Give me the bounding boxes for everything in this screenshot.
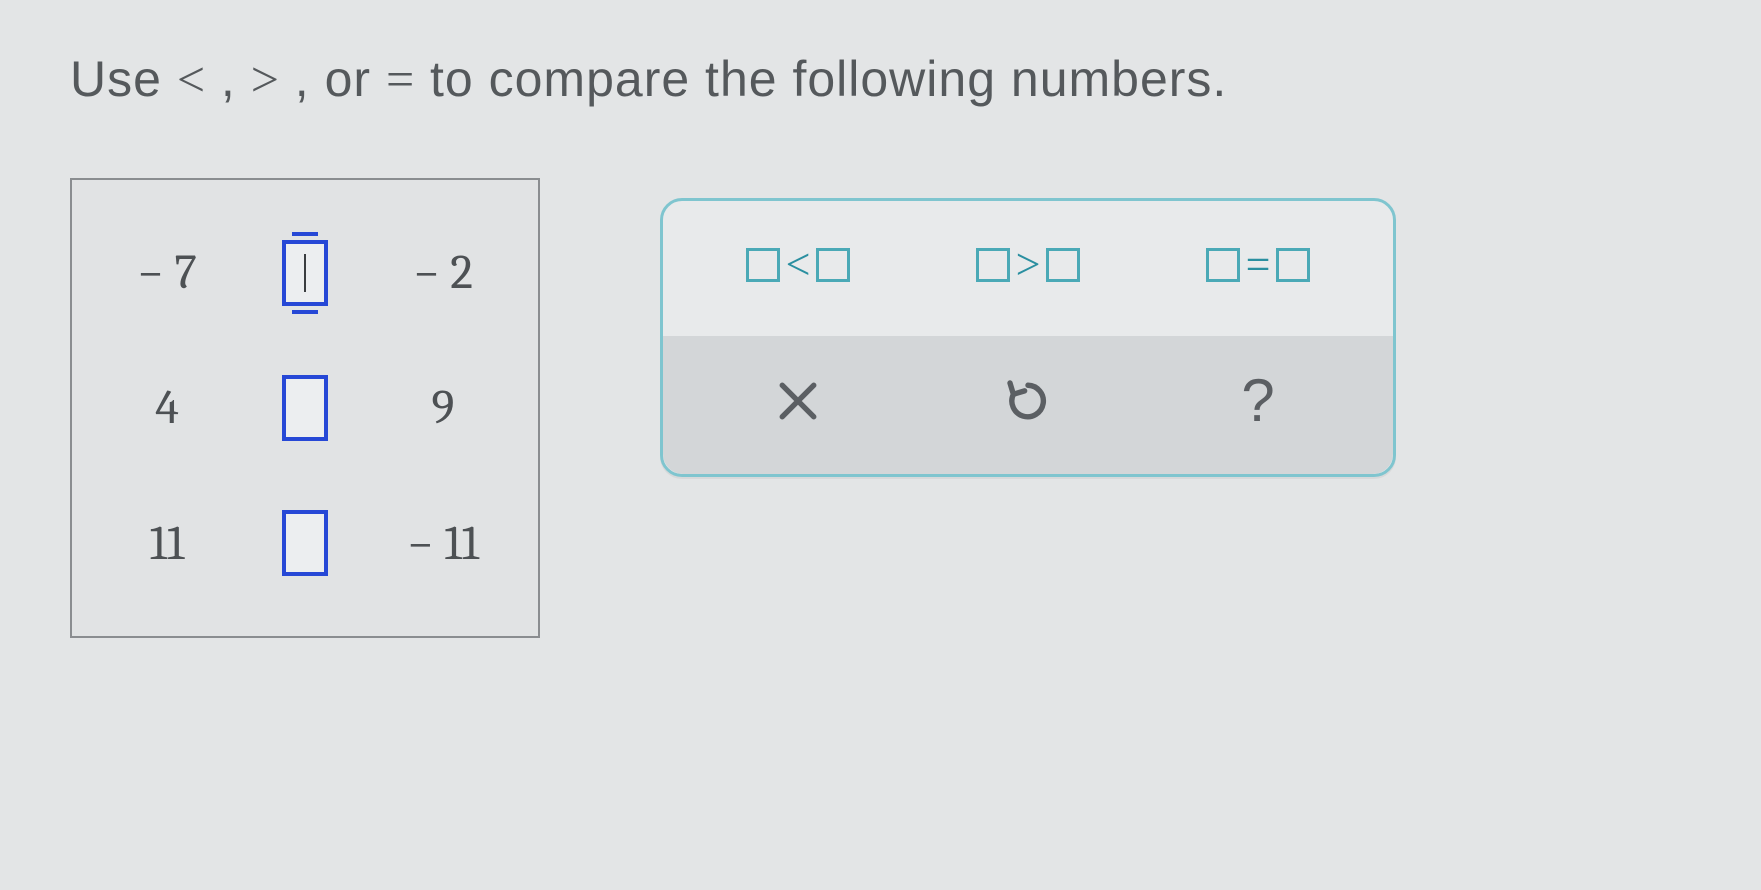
right-number: 9 (378, 380, 508, 435)
placeholder-box-icon (746, 248, 780, 282)
answer-slot[interactable] (282, 240, 328, 306)
content-row: − 7 − 2 4 9 11 − 11 < (70, 178, 1691, 638)
lt-symbol: < (177, 51, 206, 107)
operator-label: > (1016, 239, 1041, 290)
placeholder-box-icon (976, 248, 1010, 282)
answer-slot[interactable] (282, 375, 328, 441)
left-number: 11 (102, 516, 232, 571)
greater-than-button[interactable]: > (976, 239, 1081, 290)
placeholder-box-icon (1206, 248, 1240, 282)
undo-icon (1001, 374, 1055, 428)
prompt-text: to compare the following numbers. (415, 51, 1227, 107)
comparison-row: 11 − 11 (102, 510, 508, 576)
question-mark-icon: ? (1241, 371, 1274, 431)
answer-box: − 7 − 2 4 9 11 − 11 (70, 178, 540, 638)
comparison-row: 4 9 (102, 375, 508, 441)
right-number: − 11 (378, 516, 508, 571)
x-icon (771, 374, 825, 428)
left-number: 4 (102, 380, 232, 435)
comparison-row: − 7 − 2 (102, 240, 508, 306)
answer-slot[interactable] (282, 510, 328, 576)
operator-label: < (786, 239, 811, 290)
right-number: − 2 (378, 245, 508, 300)
tool-row: ? (663, 336, 1393, 474)
left-number: − 7 (102, 245, 232, 300)
less-than-button[interactable]: < (746, 239, 851, 290)
placeholder-box-icon (816, 248, 850, 282)
operator-row: < > = (663, 201, 1393, 336)
prompt-text: Use (70, 51, 177, 107)
question-stage: Use < , > , or = to compare the followin… (0, 0, 1761, 890)
operator-label: = (1246, 239, 1271, 290)
gt-symbol: > (251, 51, 280, 107)
placeholder-box-icon (1046, 248, 1080, 282)
equals-button[interactable]: = (1206, 239, 1311, 290)
clear-button[interactable] (763, 366, 833, 436)
prompt-text: , or (280, 51, 386, 107)
help-button[interactable]: ? (1223, 366, 1293, 436)
question-prompt: Use < , > , or = to compare the followin… (70, 50, 1691, 108)
eq-symbol: = (386, 51, 415, 107)
placeholder-box-icon (1276, 248, 1310, 282)
undo-button[interactable] (993, 366, 1063, 436)
prompt-text: , (206, 51, 251, 107)
input-toolbox: < > = (660, 198, 1396, 477)
